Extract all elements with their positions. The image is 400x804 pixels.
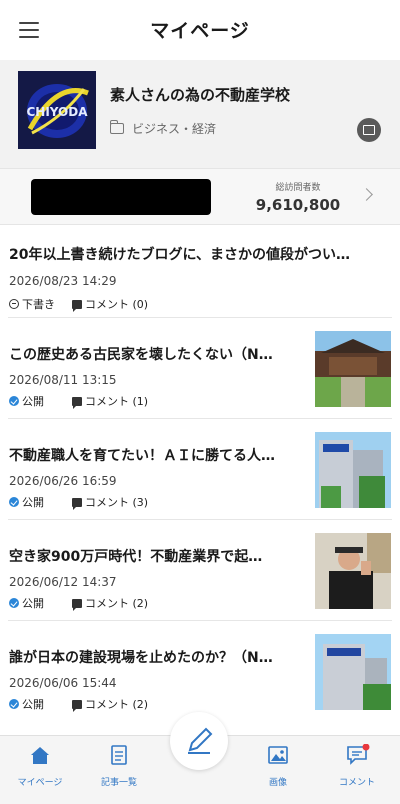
folder-icon bbox=[110, 120, 124, 134]
nav-articles-label: 記事一覧 bbox=[100, 778, 137, 788]
chevron-right-icon bbox=[360, 188, 373, 201]
visitor-stats[interactable]: 総訪問者数 9,610,800 bbox=[0, 168, 400, 225]
document-icon bbox=[108, 744, 130, 766]
blog-profile[interactable]: CHIYODA 素人さんの為の不動産学校 ビジネス・経済 bbox=[0, 60, 400, 168]
visitor-count-label: 総訪問者数 bbox=[275, 183, 321, 193]
blog-logo: CHIYODA bbox=[18, 71, 96, 149]
page-title: マイページ bbox=[150, 20, 250, 42]
post-date: 2026/06/06 15:44 bbox=[9, 676, 117, 690]
post-comments: コメント (1) bbox=[72, 393, 148, 409]
post-title: この歴史ある古民家を壊したくない（N… bbox=[9, 347, 273, 363]
comment-count: コメント (2) bbox=[85, 597, 149, 610]
comment-icon bbox=[72, 497, 82, 510]
nav-images[interactable]: 画像 bbox=[243, 744, 313, 788]
check-icon bbox=[9, 396, 19, 406]
post-comments: コメント (0) bbox=[72, 296, 148, 312]
comment-icon bbox=[72, 299, 82, 312]
check-icon bbox=[9, 699, 19, 709]
post-thumbnail bbox=[315, 634, 391, 710]
post-status-label: 公開 bbox=[22, 597, 44, 610]
post-status: 公開 bbox=[9, 494, 44, 510]
post-item-1[interactable]: 20年以上書き続けたブログに、まさかの値段がつい… 2026/08/23 14:… bbox=[0, 226, 400, 318]
post-comments: コメント (2) bbox=[72, 696, 148, 712]
write-post-button[interactable] bbox=[170, 712, 228, 770]
visitor-count-value: 9,610,800 bbox=[255, 196, 341, 214]
post-thumbnail bbox=[315, 432, 391, 508]
post-thumbnail bbox=[315, 533, 391, 609]
post-status: 公開 bbox=[9, 393, 44, 409]
post-item-4[interactable]: 空き家900万戸時代！不動産業界で起… 2026/06/12 14:37 公開 … bbox=[0, 520, 400, 621]
post-status-label: 公開 bbox=[22, 698, 44, 711]
post-item-2[interactable]: この歴史ある古民家を壊したくない（N… 2026/08/11 13:15 公開 … bbox=[0, 318, 400, 419]
post-comments: コメント (2) bbox=[72, 595, 148, 611]
nav-comments[interactable]: コメント bbox=[322, 743, 392, 788]
nav-images-label: 画像 bbox=[268, 778, 287, 788]
blog-name: 素人さんの為の不動産学校 bbox=[110, 86, 291, 104]
nav-mypage-label: マイページ bbox=[17, 778, 63, 788]
check-icon bbox=[9, 497, 19, 507]
post-thumbnail bbox=[315, 331, 391, 407]
comment-count: コメント (3) bbox=[85, 496, 149, 509]
comment-count: コメント (1) bbox=[85, 395, 149, 408]
post-title: 空き家900万戸時代！不動産業界で起… bbox=[9, 549, 263, 565]
image-icon bbox=[267, 744, 289, 766]
post-status-label: 公開 bbox=[22, 496, 44, 509]
logo-text: CHIYODA bbox=[26, 105, 88, 119]
post-comments: コメント (3) bbox=[72, 494, 148, 510]
comment-icon bbox=[72, 598, 82, 611]
post-date: 2026/08/11 13:15 bbox=[9, 373, 117, 387]
blog-category[interactable]: ビジネス・経済 bbox=[110, 120, 216, 137]
post-status: 公開 bbox=[9, 595, 44, 611]
post-date: 2026/08/23 14:29 bbox=[9, 274, 117, 288]
post-date: 2026/06/26 16:59 bbox=[9, 474, 117, 488]
comment-icon bbox=[72, 699, 82, 712]
home-icon bbox=[29, 744, 51, 766]
comment-icon bbox=[72, 396, 82, 409]
post-item-3[interactable]: 不動産職人を育てたい！ＡＩに勝てる人… 2026/06/26 16:59 公開 … bbox=[0, 419, 400, 520]
post-status: 下書き bbox=[9, 296, 55, 312]
nav-articles[interactable]: 記事一覧 bbox=[84, 744, 154, 788]
pen-icon bbox=[188, 727, 213, 754]
nav-mypage[interactable]: マイページ bbox=[5, 744, 75, 788]
draft-icon bbox=[9, 299, 19, 309]
post-title: 不動産職人を育てたい！ＡＩに勝てる人… bbox=[9, 448, 275, 464]
post-item-5[interactable]: 誰が日本の建設現場を止めたのか？（N… 2026/06/06 15:44 公開 … bbox=[0, 621, 400, 722]
post-date: 2026/06/12 14:37 bbox=[9, 575, 117, 589]
nav-comments-label: コメント bbox=[338, 778, 375, 788]
share-icon[interactable] bbox=[357, 118, 381, 142]
top-bar: マイページ bbox=[0, 0, 400, 60]
redacted-block bbox=[31, 179, 211, 215]
post-title: 誰が日本の建設現場を止めたのか？（N… bbox=[9, 650, 273, 666]
comment-count: コメント (2) bbox=[85, 698, 149, 711]
post-status-label: 下書き bbox=[22, 298, 55, 311]
post-status-label: 公開 bbox=[22, 395, 44, 408]
post-title: 20年以上書き続けたブログに、まさかの値段がつい… bbox=[9, 247, 351, 263]
comment-bubble-icon bbox=[346, 743, 370, 766]
post-status: 公開 bbox=[9, 696, 44, 712]
check-icon bbox=[9, 598, 19, 608]
category-label: ビジネス・経済 bbox=[132, 122, 217, 136]
comment-count: コメント (0) bbox=[85, 298, 149, 311]
